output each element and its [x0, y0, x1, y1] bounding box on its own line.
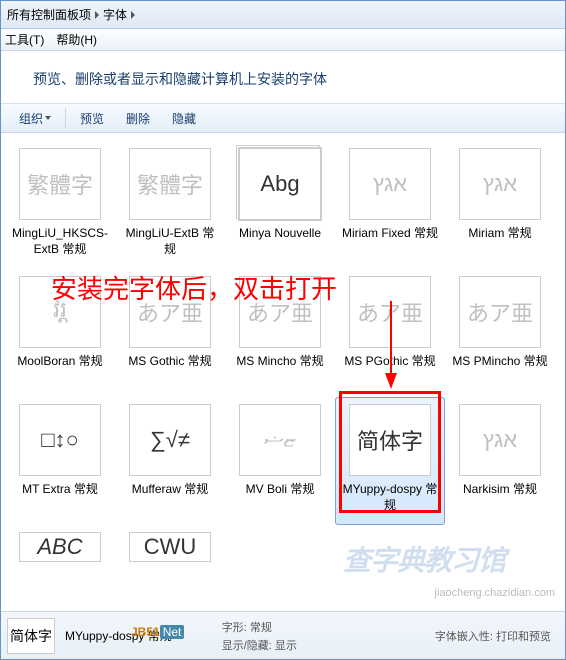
font-preview-icon: אגץ	[459, 148, 541, 220]
font-preview-icon: あア亜	[349, 276, 431, 348]
font-item[interactable]: 繁體字 MingLiU-ExtB 常规	[115, 141, 225, 269]
watermark-url: jiaocheng.chazidian.com	[435, 587, 555, 599]
font-preview-icon: ∑√≠	[129, 404, 211, 476]
font-label: MoolBoran 常规	[17, 354, 102, 370]
font-label: MYuppy-dospy 常规	[340, 482, 440, 513]
font-item[interactable]: □↕○ MT Extra 常规	[5, 397, 115, 525]
font-label: Miriam Fixed 常规	[342, 226, 438, 242]
menu-help[interactable]: 帮助(H)	[56, 31, 97, 48]
font-preview-icon: あア亜	[459, 276, 541, 348]
menu-bar: 工具(T) 帮助(H)	[1, 29, 565, 51]
font-item[interactable]: 简体字 MYuppy-dospy 常规	[335, 397, 445, 525]
breadcrumb-item[interactable]: 所有控制面板项	[7, 6, 91, 23]
font-item[interactable]: あア亜 MS PMincho 常规	[445, 269, 555, 397]
font-label: MingLiU-ExtB 常规	[120, 226, 220, 257]
font-label: MS PGothic 常规	[344, 354, 435, 370]
font-label: Narkisim 常规	[463, 482, 537, 498]
font-label: MS Gothic 常规	[128, 354, 211, 370]
preview-button[interactable]: 预览	[72, 107, 112, 130]
font-preview-icon: 繁體字	[129, 148, 211, 220]
breadcrumb-bar: 所有控制面板项 字体	[1, 1, 565, 29]
font-preview-icon: 简体字	[349, 404, 431, 476]
font-item[interactable]: 繁體字 MingLiU_HKSCS-ExtB 常规	[5, 141, 115, 269]
font-preview-icon: あア亜	[129, 276, 211, 348]
page-header: 预览、删除或者显示和隐藏计算机上安装的字体	[1, 51, 565, 103]
font-item[interactable]: あア亜 MS Mincho 常规	[225, 269, 335, 397]
font-preview-icon: ޏޟ	[239, 404, 321, 476]
chevron-right-icon[interactable]	[95, 11, 99, 19]
font-preview-icon: វរ្ត	[19, 276, 101, 348]
font-item[interactable]: あア亜 MS Gothic 常规	[115, 269, 225, 397]
chevron-right-icon[interactable]	[131, 11, 135, 19]
font-item[interactable]: CWU	[115, 525, 225, 565]
font-preview-icon: אגץ	[459, 404, 541, 476]
font-item[interactable]: ABC	[5, 525, 115, 565]
font-preview-icon: CWU	[129, 532, 211, 562]
font-grid: 繁體字MingLiU_HKSCS-ExtB 常规繁體字MingLiU-ExtB …	[5, 141, 561, 565]
font-label: Minya Nouvelle	[239, 226, 321, 242]
hide-button[interactable]: 隐藏	[164, 107, 204, 130]
font-label: Mufferaw 常规	[132, 482, 208, 498]
organize-button[interactable]: 组织	[11, 107, 59, 130]
font-item[interactable]: אגץ Miriam 常规	[445, 141, 555, 269]
font-item[interactable]: Abg Minya Nouvelle	[225, 141, 335, 269]
font-preview-icon: אגץ	[349, 148, 431, 220]
dropdown-arrow-icon	[45, 116, 51, 120]
status-preview-icon: 简体字	[7, 618, 55, 654]
page-title: 预览、删除或者显示和隐藏计算机上安装的字体	[33, 71, 327, 87]
font-preview-icon: Abg	[239, 148, 321, 220]
font-label: Miriam 常规	[468, 226, 531, 242]
font-preview-icon: □↕○	[19, 404, 101, 476]
font-item[interactable]: ∑√≠ Mufferaw 常规	[115, 397, 225, 525]
status-font-name: MYuppy-dospy 常规	[65, 627, 172, 644]
toolbar: 组织 预览 删除 隐藏	[1, 103, 565, 133]
separator	[65, 108, 66, 128]
font-label: MS Mincho 常规	[236, 354, 323, 370]
font-preview-icon: 繁體字	[19, 148, 101, 220]
font-preview-icon: あア亜	[239, 276, 321, 348]
font-label: MT Extra 常规	[22, 482, 98, 498]
font-item[interactable]: ޏޟ MV Boli 常规	[225, 397, 335, 525]
delete-button[interactable]: 删除	[118, 107, 158, 130]
font-item[interactable]: אגץ Narkisim 常规	[445, 397, 555, 525]
font-item[interactable]: אגץ Miriam Fixed 常规	[335, 141, 445, 269]
font-label: MS PMincho 常规	[452, 354, 547, 370]
font-label: MV Boli 常规	[246, 482, 315, 498]
status-style: 字形: 常规	[222, 619, 297, 635]
status-embed: 字体嵌入性: 打印和预览	[435, 628, 551, 644]
breadcrumb-item[interactable]: 字体	[103, 6, 127, 23]
font-label: MingLiU_HKSCS-ExtB 常规	[10, 226, 110, 257]
menu-tools[interactable]: 工具(T)	[5, 31, 44, 48]
font-preview-icon: ABC	[19, 532, 101, 562]
font-item[interactable]: វរ្ត MoolBoran 常规	[5, 269, 115, 397]
font-grid-container: 繁體字MingLiU_HKSCS-ExtB 常规繁體字MingLiU-ExtB …	[1, 133, 565, 573]
font-item[interactable]: あア亜 MS PGothic 常规	[335, 269, 445, 397]
status-show-hide: 显示/隐藏: 显示	[222, 637, 297, 653]
status-bar: 简体字 MYuppy-dospy 常规 字形: 常规 显示/隐藏: 显示 字体嵌…	[1, 611, 565, 659]
